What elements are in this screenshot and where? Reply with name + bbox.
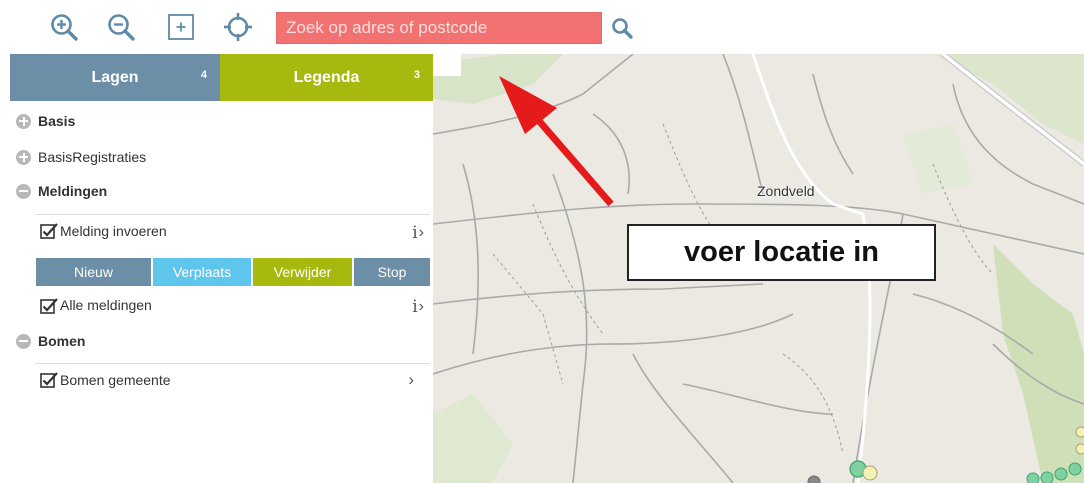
checkbox-checked-icon [40, 297, 58, 314]
checkbox-checked-icon [40, 223, 58, 239]
collapse-icon [16, 333, 31, 349]
layer-bomen-gemeente[interactable]: Bomen gemeente › [35, 363, 430, 395]
map-toolbar [0, 8, 1084, 48]
plus-box-icon [168, 14, 194, 40]
zoom-in-button[interactable] [47, 10, 81, 44]
search-icon [612, 18, 633, 39]
map-corner [433, 54, 461, 76]
layer-alle-meldingen[interactable]: Alle meldingen i › [35, 289, 430, 321]
group-bomen[interactable]: Bomen [0, 324, 85, 358]
expand-icon [16, 149, 31, 165]
verwijder-button[interactable]: Verwijder [253, 258, 352, 286]
layer-label: Alle meldingen [60, 297, 152, 313]
chevron-right-icon: › [418, 224, 424, 241]
info-icon: i [412, 223, 418, 243]
search-input[interactable] [276, 12, 602, 44]
layer-melding-invoeren[interactable]: Melding invoeren i › [35, 214, 430, 246]
locate-button[interactable] [221, 10, 255, 44]
checkbox[interactable] [40, 297, 59, 314]
place-label: Zondveld [757, 183, 815, 199]
tab-lagen-count: 4 [200, 69, 207, 81]
zoom-in-icon [51, 14, 78, 41]
tab-legenda[interactable]: Legenda 3 [220, 54, 433, 101]
checkbox[interactable] [40, 371, 59, 388]
info-icon: i [412, 297, 418, 317]
checkbox[interactable] [40, 222, 59, 239]
zoom-out-button[interactable] [104, 10, 138, 44]
info-button[interactable]: i › [412, 297, 424, 317]
checkbox-checked-icon [40, 372, 58, 388]
expand-icon [16, 113, 31, 129]
collapse-icon [16, 183, 31, 199]
tab-lagen-label: Lagen [91, 68, 139, 86]
group-label: Meldingen [38, 183, 108, 199]
layer-label: Melding invoeren [60, 222, 167, 239]
chevron-right-icon[interactable]: › [408, 370, 414, 390]
crosshair-icon [224, 13, 252, 41]
top-strip [0, 0, 1084, 6]
chevron-right-icon: › [418, 298, 424, 315]
group-label: BasisRegistraties [38, 149, 147, 165]
panel-tabs: Lagen 4 Legenda 3 [10, 54, 433, 101]
group-label: Basis [38, 113, 76, 129]
group-basisregistraties[interactable]: BasisRegistraties [0, 140, 146, 174]
callout-box: voer locatie in [627, 224, 936, 281]
tab-legenda-count: 3 [413, 69, 420, 81]
tab-lagen[interactable]: Lagen 4 [10, 54, 220, 101]
map-view[interactable]: Zondveld voer locatie in [433, 54, 1084, 483]
group-meldingen[interactable]: Meldingen [0, 174, 107, 208]
melding-action-bar: Nieuw Verplaats Verwijder Stop [36, 258, 430, 286]
layer-panel: Lagen 4 Legenda 3 Basis BasisRegistratie… [0, 54, 433, 483]
stop-button[interactable]: Stop [354, 258, 430, 286]
search-button[interactable] [606, 12, 640, 46]
tab-legenda-label: Legenda [293, 68, 360, 86]
verplaats-button[interactable]: Verplaats [153, 258, 251, 286]
layer-label: Bomen gemeente [60, 371, 171, 388]
info-button[interactable]: i › [412, 223, 424, 243]
zoom-out-icon [108, 14, 135, 41]
group-basis[interactable]: Basis [0, 104, 75, 138]
full-extent-button[interactable] [164, 10, 198, 44]
group-label: Bomen [38, 333, 86, 349]
nieuw-button[interactable]: Nieuw [36, 258, 151, 286]
